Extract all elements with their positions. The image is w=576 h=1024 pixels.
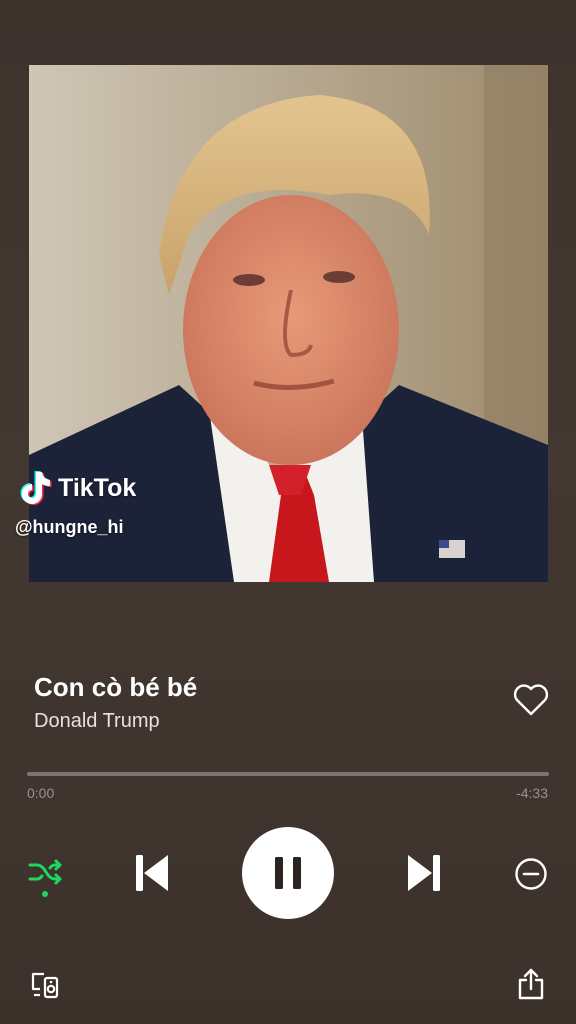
shuffle-button[interactable] — [26, 855, 66, 899]
track-title: Con cò bé bé — [34, 672, 198, 702]
tiktok-handle: @hungne_hi — [15, 517, 124, 537]
skip-previous-icon — [136, 855, 168, 891]
pause-icon — [275, 857, 301, 889]
shuffle-icon — [28, 859, 62, 897]
elapsed-time: 0:00 — [27, 785, 55, 801]
heart-icon — [513, 684, 549, 716]
tiktok-wordmark: TikTok — [58, 473, 137, 502]
remaining-time: -4:33 — [516, 785, 548, 801]
minus-circle-icon — [515, 858, 547, 890]
tiktok-watermark: TikTok — [18, 470, 136, 506]
next-button[interactable] — [402, 852, 446, 894]
track-artist[interactable]: Donald Trump — [34, 710, 160, 733]
share-button[interactable] — [514, 966, 548, 1002]
like-button[interactable] — [511, 682, 551, 718]
previous-button[interactable] — [130, 852, 174, 894]
devices-button[interactable] — [28, 968, 62, 1002]
remove-button[interactable] — [512, 855, 550, 893]
progress-bar[interactable] — [27, 772, 549, 776]
skip-next-icon — [408, 855, 440, 891]
devices-icon — [31, 972, 59, 999]
play-pause-button[interactable] — [242, 827, 334, 919]
tiktok-logo-icon — [20, 471, 52, 505]
share-icon — [518, 968, 544, 1000]
